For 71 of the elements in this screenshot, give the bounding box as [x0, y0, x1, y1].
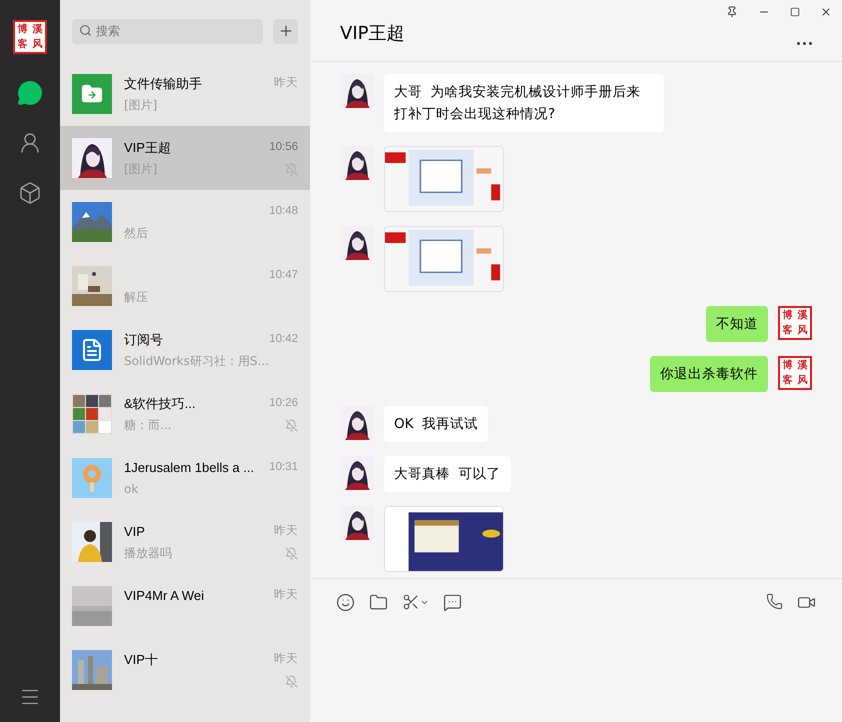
- message-time: 10:56: [269, 140, 298, 156]
- message-bubble: 你退出杀毒软件: [650, 356, 768, 392]
- screenshot-icon[interactable]: [402, 593, 429, 611]
- seal-character: 客: [18, 40, 28, 50]
- chat-tab[interactable]: [15, 78, 45, 108]
- close-icon[interactable]: [820, 6, 832, 18]
- more-icon[interactable]: [797, 42, 812, 47]
- seal-character: 博: [782, 310, 792, 320]
- seal-character: 溪: [798, 310, 808, 320]
- message-bubble: 大哥 为啥我安装完机械设计师手册后来打补丁时会出现这种情况?: [384, 74, 664, 132]
- contact-name: 文件传输助手: [124, 75, 202, 94]
- folder-icon[interactable]: [369, 593, 388, 612]
- seal-character: 客: [782, 376, 792, 386]
- search-field[interactable]: 搜索: [72, 18, 263, 44]
- seal-character: 风: [798, 326, 808, 336]
- conversation-item[interactable]: 文件传输助手 昨天 [图片]: [60, 62, 310, 126]
- seal-character: 溪: [32, 24, 42, 34]
- contact-name: &软件技巧...: [124, 395, 196, 414]
- seal-character: 客: [782, 326, 792, 336]
- seal-character: 风: [32, 40, 42, 50]
- message-preview: 解压: [124, 289, 148, 306]
- seal-character: 博: [18, 24, 28, 34]
- message-bubble: 不知道: [706, 306, 768, 342]
- emoji-icon[interactable]: [336, 593, 355, 612]
- message-time: 昨天: [274, 588, 298, 604]
- seal-character: 溪: [798, 360, 808, 370]
- conversation-item[interactable]: &软件技巧... 10:26 糖：而...: [60, 382, 310, 446]
- contact-name: VIP十: [124, 651, 158, 670]
- message-time: 10:26: [269, 396, 298, 412]
- conversation-item[interactable]: VIP 昨天 播放器吗: [60, 510, 310, 574]
- message-time: 10:42: [269, 332, 298, 348]
- message-time: 10:48: [269, 204, 298, 220]
- message-preview: 糖：而...: [124, 417, 172, 434]
- conversation-item[interactable]: VIP十 昨天: [60, 638, 310, 702]
- muted-bell-icon: [285, 546, 298, 560]
- contact-name: VIP: [124, 523, 145, 542]
- plus-icon: [278, 23, 294, 39]
- chat-history-icon[interactable]: [443, 593, 462, 612]
- add-button[interactable]: [273, 18, 298, 44]
- folder-icon: [81, 83, 103, 105]
- message-time: 10:31: [269, 460, 298, 476]
- contact-name: 订阅号: [124, 331, 163, 350]
- seal-character: 风: [798, 376, 808, 386]
- message-time: 昨天: [274, 524, 298, 540]
- message-preview: 播放器吗: [124, 545, 172, 562]
- message-time: 10:47: [269, 268, 298, 284]
- search-icon: [79, 24, 92, 38]
- phone-icon[interactable]: [766, 593, 783, 610]
- muted-bell-icon: [285, 418, 298, 432]
- arrow-icon: [87, 90, 97, 100]
- conversation-item[interactable]: 1Jerusalem 1bells a ... 10:31 ok: [60, 446, 310, 510]
- message-preview: SolidWorks研习社：用S...: [124, 353, 269, 370]
- muted-bell-icon: [285, 162, 298, 176]
- message-bubble: OK 我再试试: [384, 406, 488, 442]
- maximize-icon[interactable]: [790, 7, 800, 17]
- muted-bell-icon: [285, 674, 298, 688]
- message-preview: 然后: [124, 225, 148, 242]
- contact-name: 1Jerusalem 1bells a ...: [124, 459, 254, 478]
- document-icon: [80, 338, 104, 362]
- message-time: 昨天: [274, 76, 298, 92]
- conversation-item[interactable]: VIP4Mr A Wei 昨天: [60, 574, 310, 638]
- pin-icon[interactable]: [726, 6, 738, 18]
- conversation-item[interactable]: 订阅号 10:42 SolidWorks研习社：用S...: [60, 318, 310, 382]
- seal-character: 博: [782, 360, 792, 370]
- message-preview: ok: [124, 481, 138, 498]
- contact-name: VIP王超: [124, 139, 171, 158]
- chat-title: VIP王超: [340, 22, 404, 46]
- message-preview: [图片]: [124, 97, 158, 114]
- contact-name: VIP4Mr A Wei: [124, 587, 204, 606]
- message-bubble: 大哥真棒 可以了: [384, 456, 511, 492]
- message-time: 昨天: [274, 652, 298, 668]
